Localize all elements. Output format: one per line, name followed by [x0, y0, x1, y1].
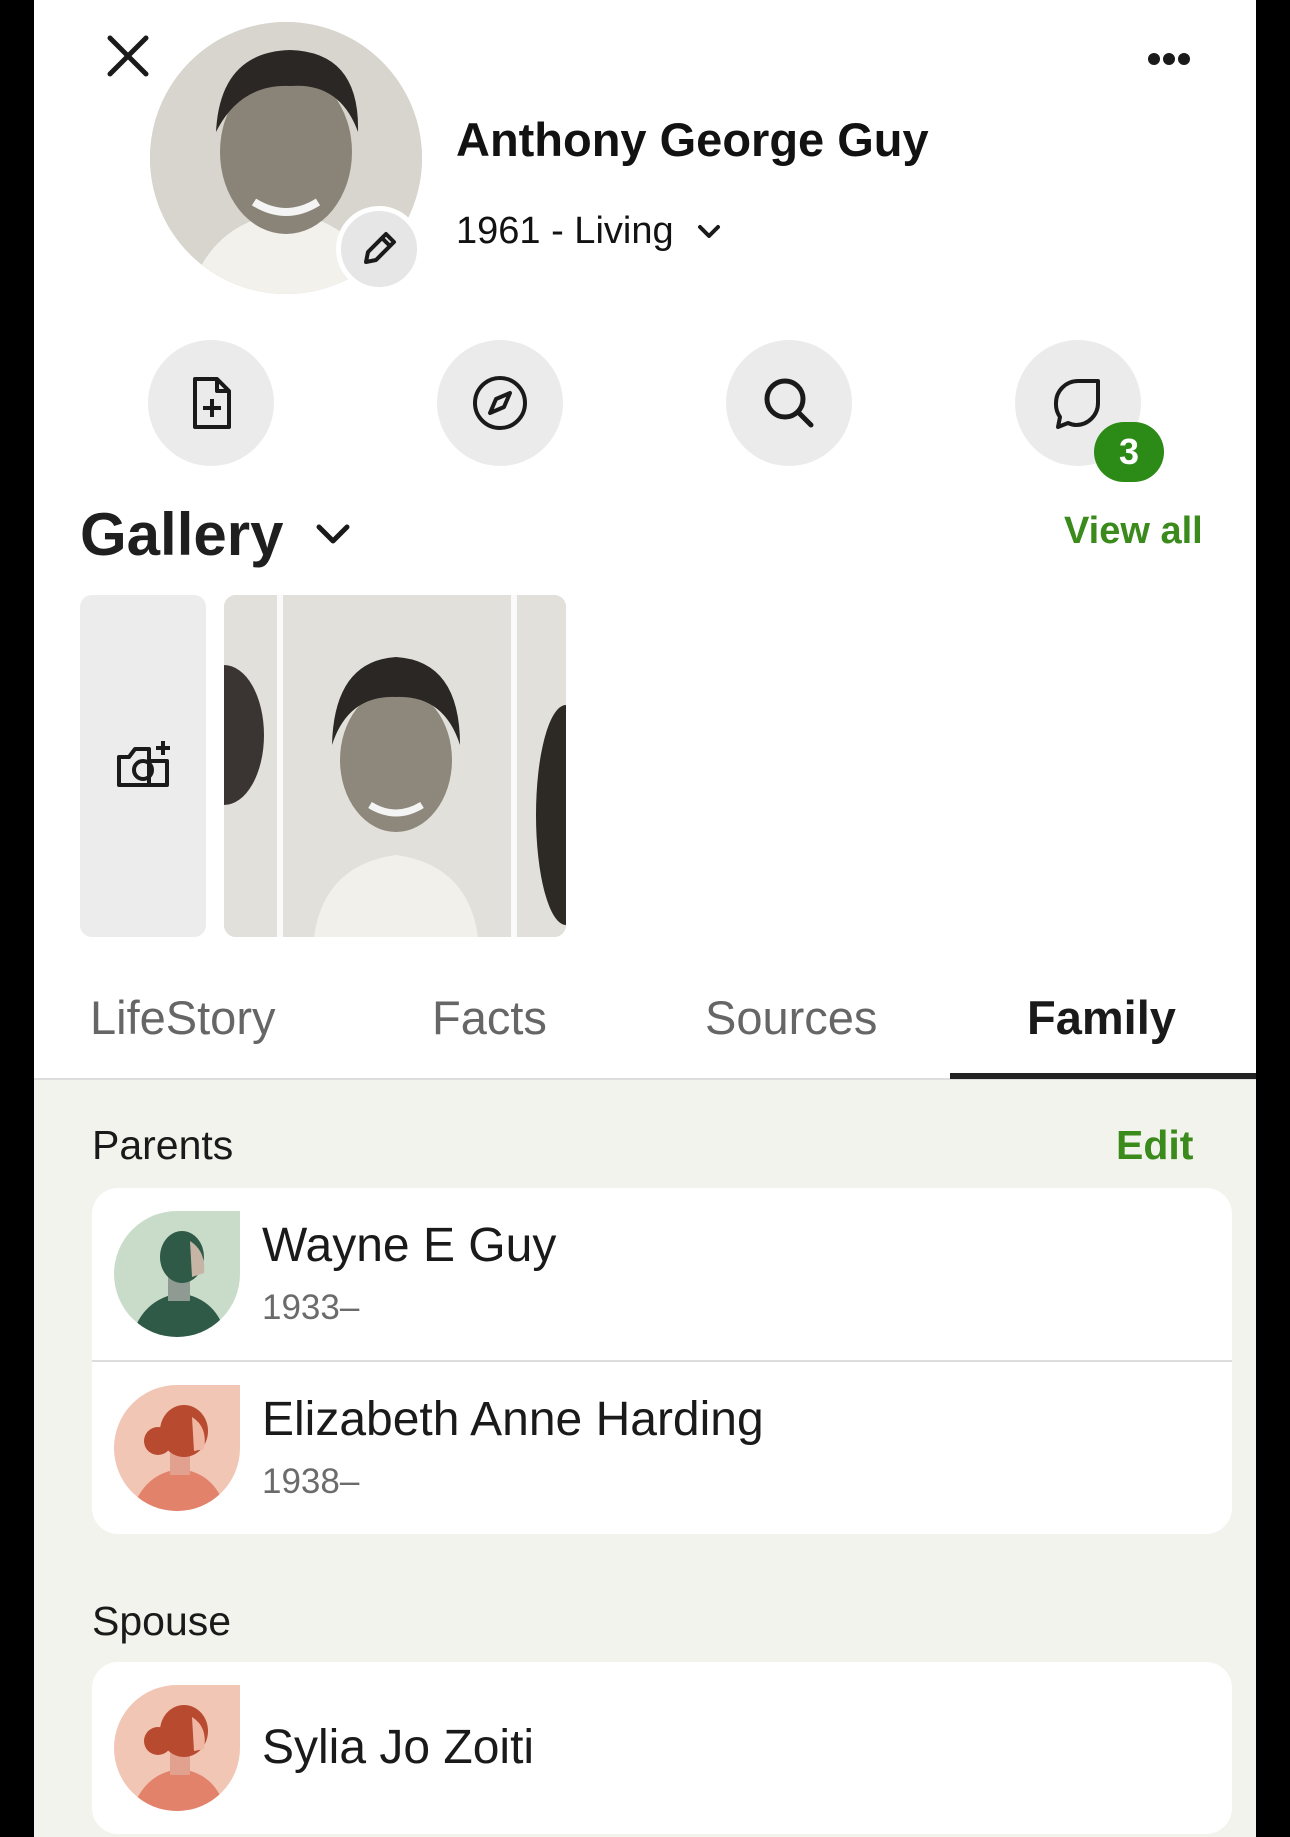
female-avatar-icon	[114, 1385, 240, 1511]
life-dates-toggle[interactable]: 1961 - Living	[456, 210, 724, 253]
close-button[interactable]	[96, 24, 160, 88]
chevron-down-icon	[697, 224, 720, 238]
tab-facts[interactable]: Facts	[432, 990, 547, 1045]
parent-name: Elizabeth Anne Harding	[262, 1393, 764, 1446]
female-avatar-icon	[114, 1685, 240, 1811]
search-button[interactable]	[726, 340, 852, 466]
add-document-icon	[193, 377, 231, 429]
parents-heading: Parents	[92, 1122, 234, 1168]
add-photo-button[interactable]	[80, 595, 206, 937]
parent-name: Wayne E Guy	[262, 1219, 557, 1272]
life-dates: 1961 - Living	[456, 210, 674, 252]
comments-count-badge: 3	[1094, 422, 1164, 482]
gallery-photo[interactable]	[224, 595, 566, 937]
more-options-button[interactable]	[1134, 34, 1204, 84]
add-photo-icon	[117, 741, 170, 787]
male-avatar-icon	[114, 1211, 240, 1337]
tab-lifestory[interactable]: LifeStory	[90, 990, 275, 1045]
spouse-heading: Spouse	[92, 1598, 232, 1644]
pencil-icon	[364, 232, 396, 264]
view-all-link[interactable]: View all	[1064, 510, 1203, 553]
close-icon	[107, 35, 149, 77]
parents-card: Wayne E Guy 1933– Elizabeth Anne Harding…	[92, 1188, 1232, 1534]
parent-row-mother[interactable]: Elizabeth Anne Harding 1938–	[92, 1360, 1232, 1534]
more-options-icon	[1148, 53, 1190, 65]
parent-dates: 1933–	[262, 1288, 360, 1327]
tab-family[interactable]: Family	[1027, 990, 1176, 1045]
discover-button[interactable]	[437, 340, 563, 466]
compass-icon	[473, 376, 527, 430]
tab-sources[interactable]: Sources	[705, 990, 877, 1045]
gallery-toggle[interactable]: Gallery	[80, 500, 355, 569]
edit-parents-button[interactable]: Edit	[1116, 1122, 1193, 1169]
add-document-button[interactable]	[148, 340, 274, 466]
spouse-name: Sylia Jo Zoiti	[262, 1721, 535, 1774]
spouse-row[interactable]: Sylia Jo Zoiti	[92, 1662, 1232, 1834]
parent-row-father[interactable]: Wayne E Guy 1933–	[92, 1188, 1232, 1360]
edit-photo-button[interactable]	[336, 206, 422, 292]
spouse-card: Sylia Jo Zoiti	[92, 1662, 1232, 1834]
parent-dates: 1938–	[262, 1462, 360, 1501]
search-icon	[764, 378, 814, 428]
active-tab-indicator	[950, 1073, 1256, 1079]
person-profile-screen: Anthony George Guy 1961 - Living 3 Galle…	[34, 0, 1256, 1837]
gallery-title: Gallery	[80, 501, 284, 568]
chevron-down-icon	[316, 524, 350, 543]
person-name: Anthony George Guy	[456, 113, 929, 166]
comments-icon	[1053, 379, 1100, 429]
